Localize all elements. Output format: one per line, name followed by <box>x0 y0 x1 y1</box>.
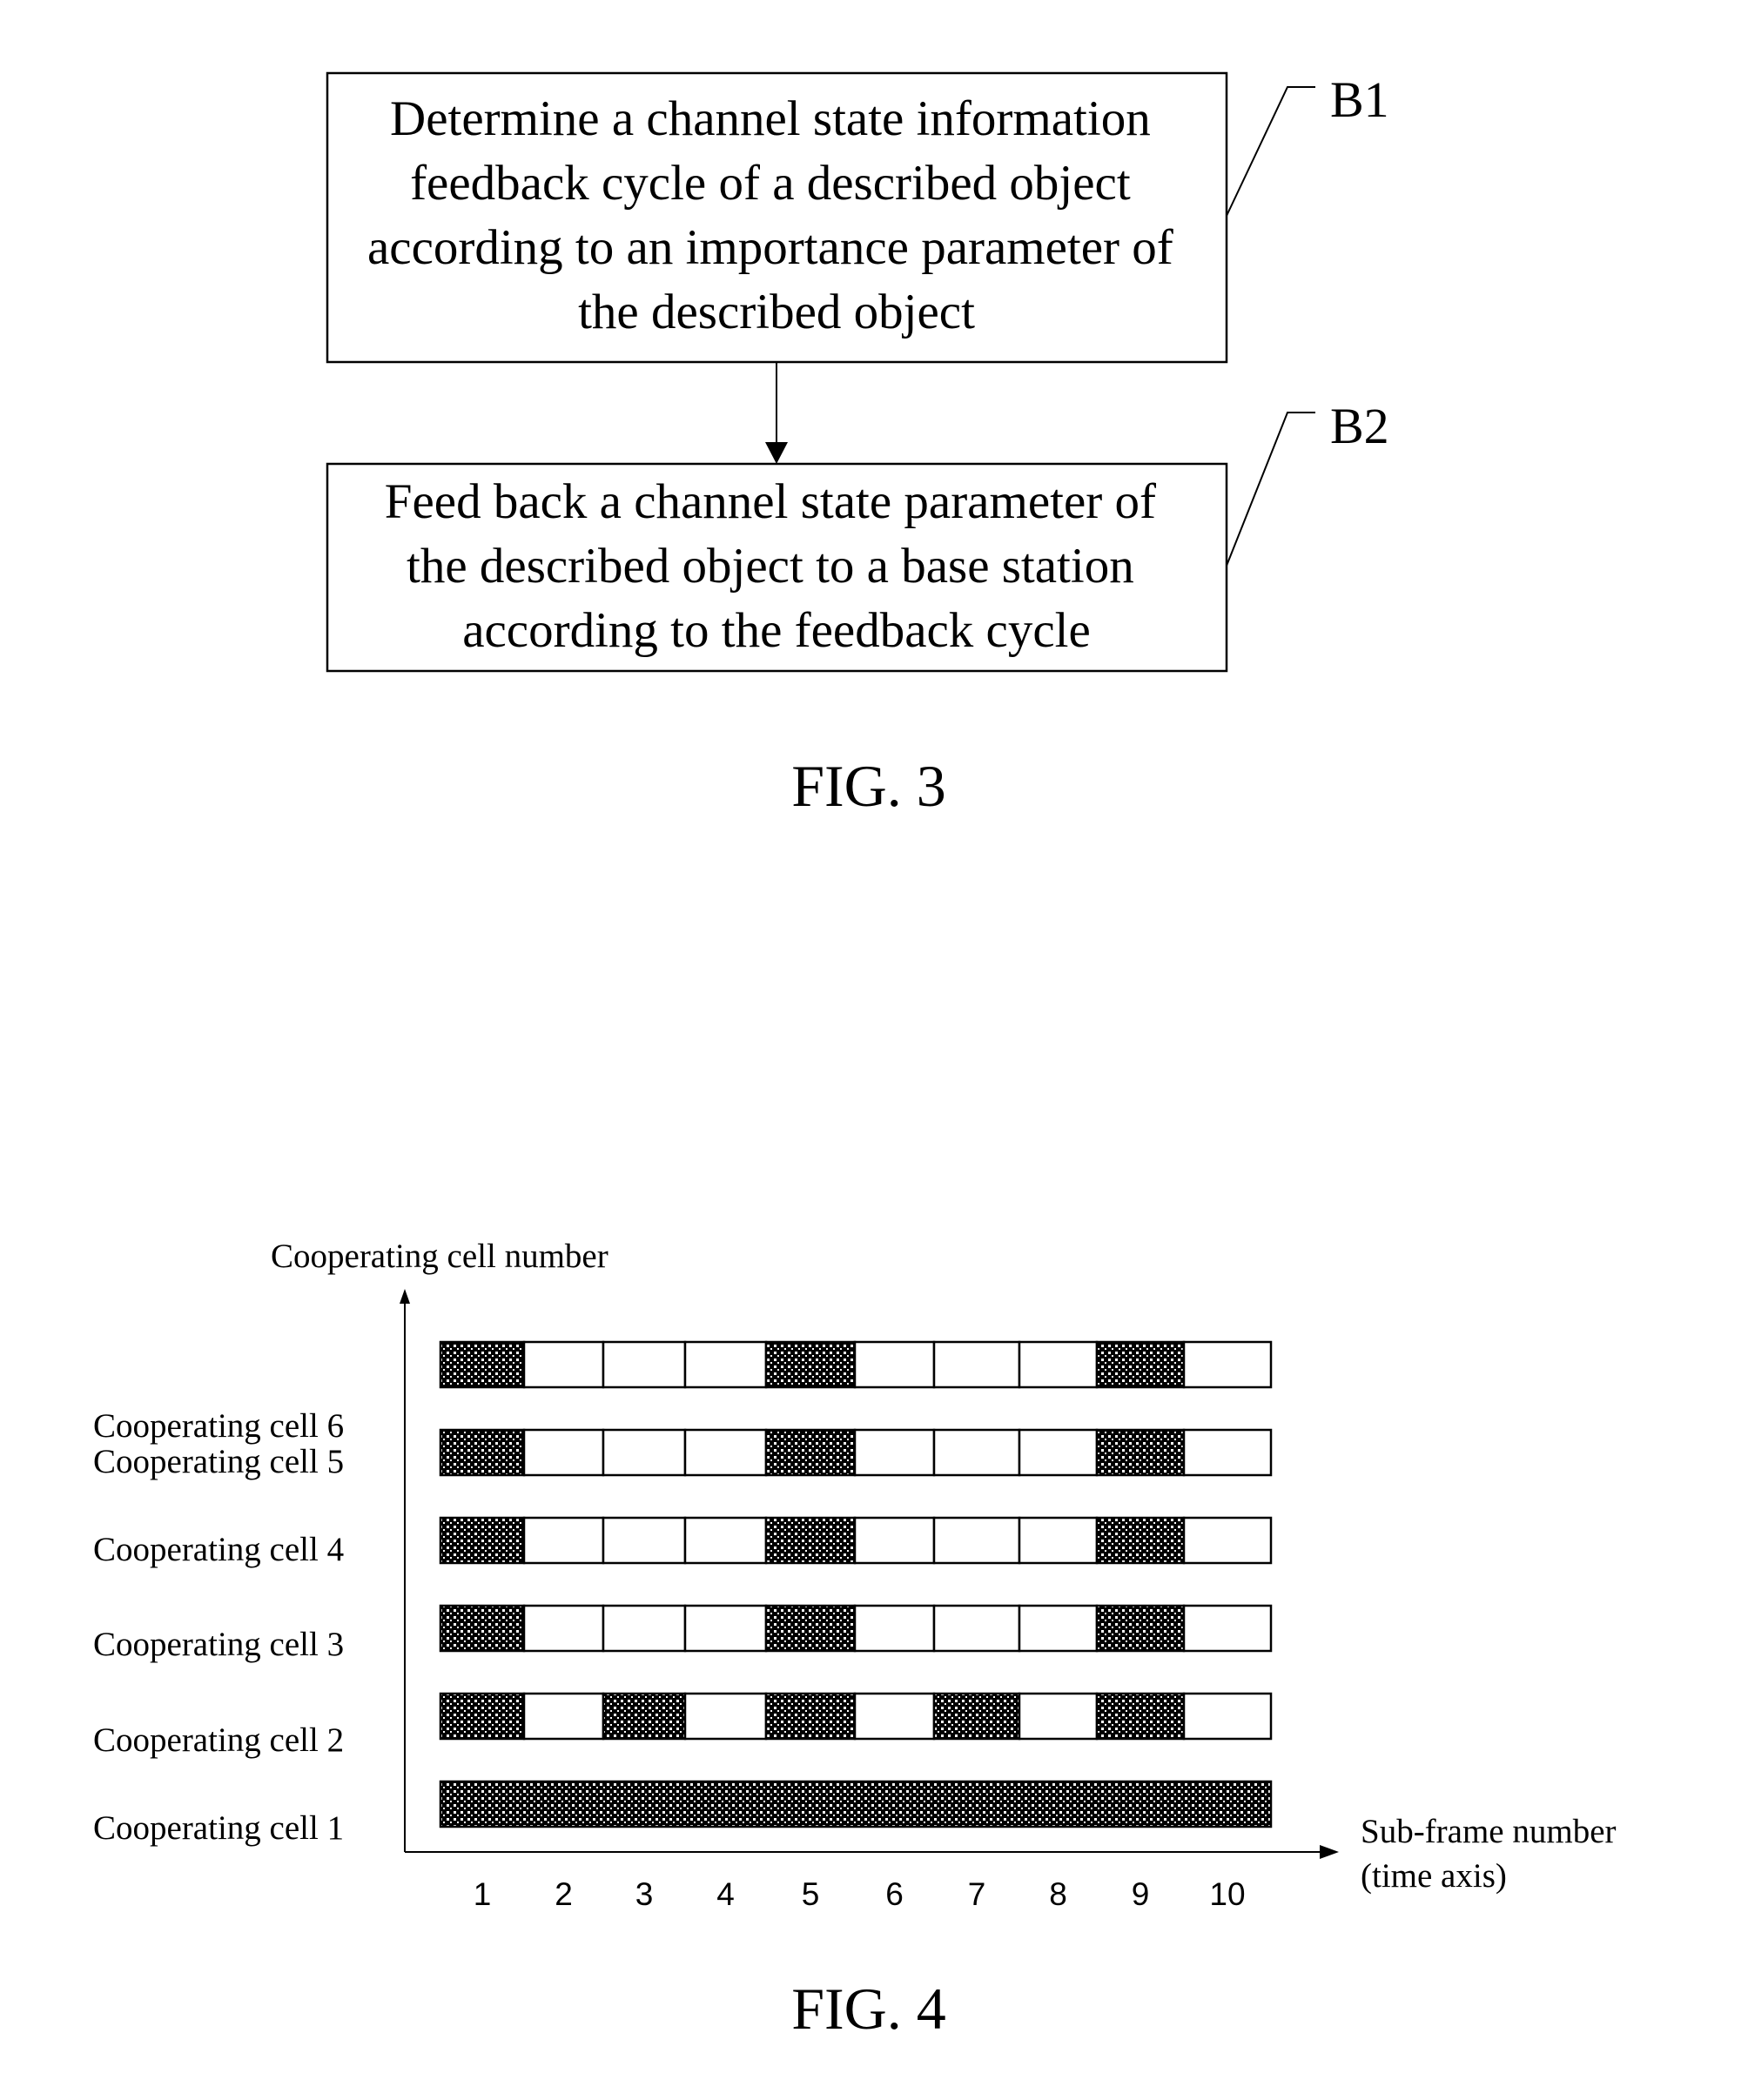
row-label: Cooperating cell 4 <box>93 1531 344 1568</box>
x-tick-label: 7 <box>968 1876 986 1912</box>
step-b1-label: B1 <box>1330 71 1389 128</box>
subframe-cell-empty <box>683 1604 768 1653</box>
x-tick-label: 3 <box>635 1876 654 1912</box>
row-label: Cooperating cell 3 <box>93 1626 344 1663</box>
subframe-cell-feedback <box>932 1692 1021 1741</box>
subframe-cell-feedback <box>764 1516 857 1565</box>
x-tick-label: 5 <box>802 1876 820 1912</box>
feedback-rows <box>439 1340 1273 1828</box>
row-cooperating-cell-4 <box>439 1516 1273 1565</box>
subframe-cell-empty <box>1018 1692 1099 1741</box>
subframe-cell-empty <box>932 1340 1021 1389</box>
subframe-cell-feedback <box>764 1692 857 1741</box>
step-b2: Feed back a channel state parameter of t… <box>326 398 1389 673</box>
row-cooperating-cell-2 <box>439 1692 1273 1741</box>
subframe-cell-feedback <box>764 1604 857 1653</box>
subframe-cell-empty <box>853 1428 936 1477</box>
y-axis-arrow-icon <box>400 1289 410 1304</box>
x-tick-label: 1 <box>474 1876 492 1912</box>
subframe-cell-empty <box>1182 1428 1273 1477</box>
subframe-cell-feedback <box>439 1692 526 1741</box>
subframe-cell-feedback <box>439 1516 526 1565</box>
subframe-cell-empty <box>853 1340 936 1389</box>
subframe-cell-empty <box>683 1428 768 1477</box>
step-b1-leader-line <box>1226 86 1315 217</box>
row-labels: Cooperating cell 6Cooperating cell 5 Coop… <box>93 1407 344 1847</box>
subframe-cell-feedback <box>764 1428 857 1477</box>
x-tick-label: 9 <box>1132 1876 1150 1912</box>
subframe-cell-feedback <box>1095 1692 1186 1741</box>
x-tick-labels: 1 2 3 4 5 6 7 8 9 10 <box>474 1876 1246 1912</box>
step-b2-label: B2 <box>1330 398 1389 454</box>
subframe-cell-feedback <box>1095 1604 1186 1653</box>
fig3-flowchart: Determine a channel state information fe… <box>326 71 1389 819</box>
subframe-cell-empty <box>522 1692 605 1741</box>
step-b2-text: Feed back a channel state parameter of t… <box>385 474 1168 658</box>
row-label: Cooperating cell 6 <box>93 1407 344 1445</box>
subframe-cell-empty <box>1018 1516 1099 1565</box>
subframe-cell-empty <box>602 1428 687 1477</box>
subframe-cell-feedback <box>1095 1340 1186 1389</box>
step-b1: Determine a channel state information fe… <box>326 71 1389 364</box>
subframe-cell-empty <box>522 1428 605 1477</box>
subframe-cell-feedback <box>602 1692 687 1741</box>
subframe-cell-feedback <box>439 1604 526 1653</box>
row-label: Cooperating cell 1 <box>93 1809 344 1847</box>
row-cooperating-cell-1 <box>439 1780 1273 1828</box>
subframe-cell-feedback <box>439 1428 526 1477</box>
subframe-cell-feedback <box>1095 1516 1186 1565</box>
subframe-cell-empty <box>1182 1692 1273 1741</box>
row-cooperating-cell-3 <box>439 1604 1273 1653</box>
x-axis-title: Sub-frame number <box>1361 1813 1617 1850</box>
subframe-cell-empty <box>522 1604 605 1653</box>
subframe-cell-empty <box>1182 1516 1273 1565</box>
arrowhead-down-icon <box>765 442 788 464</box>
subframe-cell-empty <box>853 1692 936 1741</box>
subframe-cell-empty <box>522 1340 605 1389</box>
subframe-cell-empty <box>522 1516 605 1565</box>
subframe-cell-empty <box>683 1692 768 1741</box>
row-cooperating-cell-5 <box>439 1428 1273 1477</box>
step-b2-leader-line <box>1226 412 1315 567</box>
subframe-cell-empty <box>853 1604 936 1653</box>
subframe-cell-feedback <box>439 1340 526 1389</box>
subframe-cell-empty <box>853 1516 936 1565</box>
y-axis-title: Cooperating cell number <box>271 1238 608 1275</box>
x-axis-arrow-icon <box>1320 1845 1339 1859</box>
subframe-cell-empty <box>932 1516 1021 1565</box>
subframe-cell-feedback <box>764 1340 857 1389</box>
row-cooperating-cell-6 <box>439 1340 1273 1389</box>
x-tick-label: 10 <box>1209 1876 1245 1912</box>
x-tick-label: 6 <box>885 1876 904 1912</box>
x-tick-label: 8 <box>1049 1876 1067 1912</box>
x-tick-label: 4 <box>716 1876 735 1912</box>
fig3-caption: FIG. 3 <box>791 753 946 819</box>
subframe-cell-empty <box>1182 1340 1273 1389</box>
subframe-cell-empty <box>683 1340 768 1389</box>
row-label: Cooperating cell 2 <box>93 1721 344 1759</box>
flow-arrow <box>765 362 788 464</box>
subframe-cell-feedback <box>1095 1428 1186 1477</box>
x-tick-label: 2 <box>555 1876 573 1912</box>
subframe-cell-empty <box>1182 1604 1273 1653</box>
subframe-cell-empty <box>932 1428 1021 1477</box>
subframe-cell-empty <box>602 1340 687 1389</box>
subframe-cell-empty <box>1018 1604 1099 1653</box>
subframe-cell-empty <box>602 1604 687 1653</box>
subframe-cell-feedback <box>439 1780 1273 1828</box>
subframe-cell-empty <box>1018 1340 1099 1389</box>
x-axis-title-line2: (time axis) <box>1361 1857 1507 1895</box>
patent-figures-page: Determine a channel state information fe… <box>93 71 1617 2042</box>
fig4-caption: FIG. 4 <box>791 1976 946 2042</box>
row-label: Cooperating cell 5 <box>93 1443 344 1480</box>
subframe-cell-empty <box>1018 1428 1099 1477</box>
fig4-chart: Cooperating cell number Sub-frame number… <box>93 1238 1617 2042</box>
subframe-cell-empty <box>602 1516 687 1565</box>
subframe-cell-empty <box>683 1516 768 1565</box>
subframe-cell-empty <box>932 1604 1021 1653</box>
